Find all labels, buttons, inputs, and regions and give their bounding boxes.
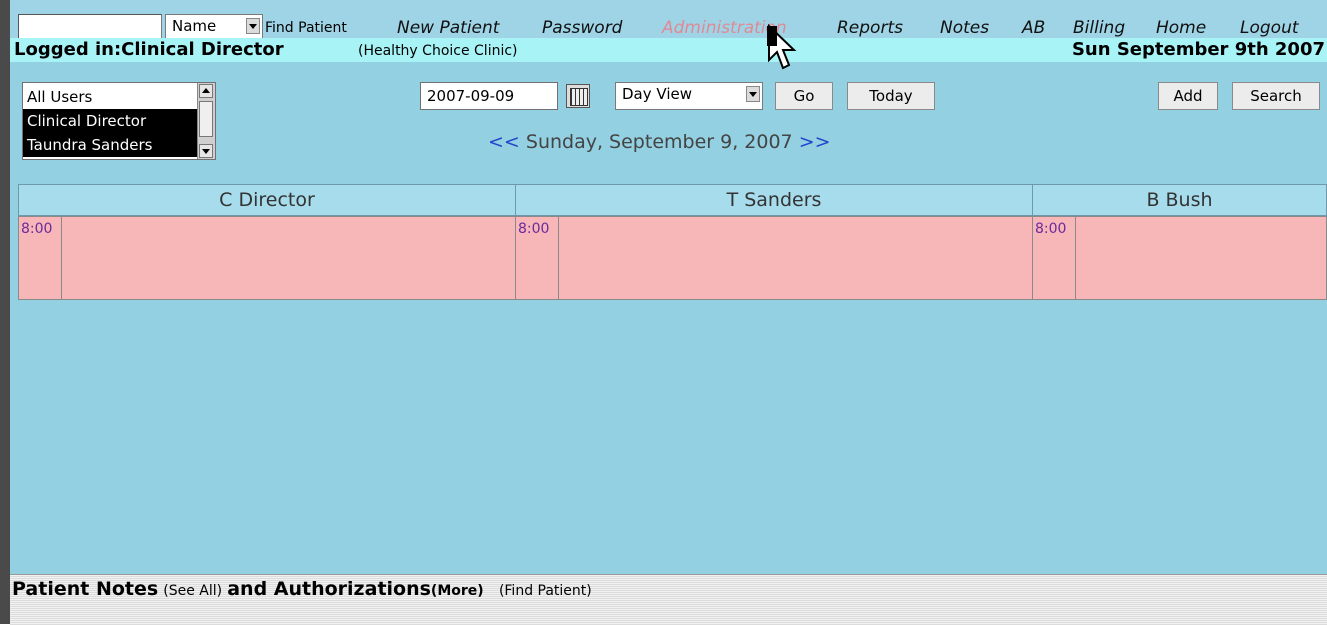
time-slot-label[interactable]: 8:00 [1032, 216, 1076, 300]
menu-logout[interactable]: Logout [1240, 18, 1299, 38]
view-select[interactable]: Day View [615, 82, 763, 110]
user-list[interactable]: All Users Clinical Director Taundra Sand… [22, 82, 216, 160]
menu-reports[interactable]: Reports [837, 18, 903, 38]
chevron-down-icon[interactable] [746, 86, 760, 102]
clinic-name: (Healthy Choice Clinic) [358, 43, 518, 59]
today-button[interactable]: Today [847, 82, 935, 110]
time-slot-label[interactable]: 8:00 [515, 216, 559, 300]
patient-search-input[interactable] [18, 14, 162, 40]
date-input[interactable]: 2007-09-09 [420, 82, 558, 110]
scroll-thumb[interactable] [199, 101, 213, 137]
add-button[interactable]: Add [1158, 82, 1218, 110]
day-label: Sunday, September 9, 2007 [525, 131, 793, 153]
logged-in-user: Logged in:Clinical Director [14, 39, 284, 60]
search-button[interactable]: Search [1232, 82, 1320, 110]
provider-column-header: B Bush [1032, 184, 1327, 216]
calendar-icon [570, 88, 588, 106]
appointment-slot[interactable] [1075, 216, 1327, 300]
time-slot-label[interactable]: 8:00 [18, 216, 62, 300]
authorizations-title: and Authorizations [227, 578, 431, 600]
mouse-cursor-icon [767, 24, 797, 70]
prev-day-link[interactable]: << [488, 131, 520, 153]
user-option-selected[interactable]: Clinical Director [23, 109, 197, 133]
go-button[interactable]: Go [775, 82, 833, 110]
menu-notes[interactable]: Notes [940, 18, 989, 38]
current-date: Sun September 9th 2007 [1071, 39, 1325, 60]
user-option[interactable]: All Users [23, 85, 197, 109]
menu-home[interactable]: Home [1156, 18, 1206, 38]
search-type-select[interactable]: Name [165, 14, 263, 40]
scroll-up-icon[interactable] [199, 84, 213, 98]
schedule-panel: All Users Clinical Director Taundra Sand… [10, 62, 1327, 574]
see-all-link[interactable]: (See All) [163, 583, 222, 599]
menu-new-patient[interactable]: New Patient [397, 18, 499, 38]
view-value: Day View [622, 85, 692, 103]
notes-heading: Patient Notes (See All) and Authorizatio… [12, 578, 592, 600]
search-type-value: Name [172, 17, 217, 35]
find-patient-link[interactable]: Find Patient [265, 20, 347, 36]
day-schedule-grid: C Director T Sanders B Bush 8:00 8:00 8:… [18, 184, 1327, 302]
scroll-down-icon[interactable] [199, 144, 213, 158]
provider-column-header: T Sanders [515, 184, 1033, 216]
chevron-down-icon[interactable] [246, 18, 260, 34]
appointment-slot[interactable] [61, 216, 516, 300]
provider-column-header: C Director [18, 184, 516, 216]
notes-find-patient-link[interactable]: (Find Patient) [499, 583, 592, 599]
next-day-link[interactable]: >> [799, 131, 831, 153]
user-list-scrollbar[interactable] [197, 83, 215, 159]
patient-notes-section: Patient Notes (See All) and Authorizatio… [10, 574, 1327, 625]
day-navigator: << Sunday, September 9, 2007 >> [488, 131, 831, 153]
menu-ab[interactable]: AB [1022, 18, 1045, 38]
user-option-selected[interactable]: Taundra Sanders [23, 133, 197, 157]
login-bar: Logged in:Clinical Director (Healthy Cho… [10, 38, 1327, 62]
more-link[interactable]: (More) [431, 583, 484, 599]
calendar-picker-button[interactable] [566, 84, 590, 108]
menu-billing[interactable]: Billing [1073, 18, 1125, 38]
menu-password[interactable]: Password [542, 18, 622, 38]
app-frame: Name Find Patient New Patient Password A… [10, 0, 1327, 625]
window-left-edge [0, 0, 10, 624]
appointment-slot[interactable] [558, 216, 1033, 300]
notes-title: Patient Notes [12, 578, 159, 600]
